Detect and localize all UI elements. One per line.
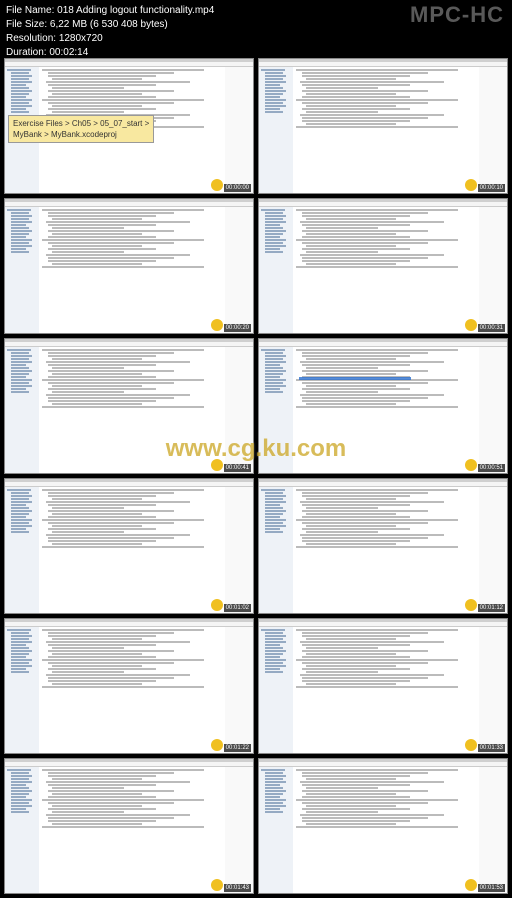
- ide-editor: [293, 627, 479, 753]
- file-size-value: 6,22 MB (6 530 408 bytes): [50, 19, 168, 30]
- file-size-label: File Size:: [6, 19, 47, 30]
- thumbnail[interactable]: 00:01:12: [258, 478, 508, 614]
- timestamp-badge: 00:01:02: [224, 604, 251, 612]
- thumbnail[interactable]: 00:01:02: [4, 478, 254, 614]
- lynda-logo-icon: [211, 179, 223, 191]
- ide-editor: [293, 487, 479, 613]
- ide-right-panel: [225, 207, 253, 333]
- ide-editor: [293, 67, 479, 193]
- file-name-label: File Name:: [6, 5, 54, 16]
- file-name-value: 018 Adding logout functionality.mp4: [57, 5, 214, 16]
- ide-sidebar: [259, 67, 293, 193]
- ide-sidebar: [259, 487, 293, 613]
- lynda-logo-icon: [465, 739, 477, 751]
- duration-value: 00:02:14: [49, 47, 88, 58]
- ide-right-panel: [479, 627, 507, 753]
- ide-sidebar: [5, 487, 39, 613]
- ide-right-panel: [479, 207, 507, 333]
- lynda-logo-icon: [465, 179, 477, 191]
- timestamp-badge: 00:00:31: [478, 324, 505, 332]
- resolution-label: Resolution:: [6, 33, 56, 44]
- ide-sidebar: [5, 627, 39, 753]
- ide-right-panel: [225, 67, 253, 193]
- lynda-logo-icon: [211, 599, 223, 611]
- timestamp-badge: 00:01:33: [478, 744, 505, 752]
- tooltip-line-2: MyBank > MyBank.xcodeproj: [13, 129, 149, 140]
- ide-right-panel: [225, 627, 253, 753]
- ide-right-panel: [479, 767, 507, 893]
- thumbnail[interactable]: 00:00:10: [258, 58, 508, 194]
- timestamp-badge: 00:01:12: [478, 604, 505, 612]
- ide-right-panel: [479, 67, 507, 193]
- path-tooltip: Exercise Files > Ch05 > 05_07_start > My…: [8, 115, 154, 143]
- tooltip-line-1: Exercise Files > Ch05 > 05_07_start >: [13, 118, 149, 129]
- timestamp-badge: 00:01:43: [224, 884, 251, 892]
- ide-right-panel: [225, 767, 253, 893]
- ide-right-panel: [225, 487, 253, 613]
- lynda-logo-icon: [211, 879, 223, 891]
- timestamp-badge: 00:00:00: [224, 184, 251, 192]
- ide-editor: [39, 627, 225, 753]
- lynda-logo-icon: [211, 319, 223, 331]
- lynda-logo-icon: [465, 599, 477, 611]
- ide-editor: [293, 207, 479, 333]
- lynda-logo-icon: [211, 739, 223, 751]
- thumbnail[interactable]: 00:00:20: [4, 198, 254, 334]
- lynda-logo-icon: [465, 879, 477, 891]
- ide-right-panel: [479, 347, 507, 473]
- file-info-header: File Name: 018 Adding logout functionali…: [0, 0, 512, 64]
- ide-right-panel: [479, 487, 507, 613]
- lynda-logo-icon: [465, 319, 477, 331]
- ide-editor: [39, 487, 225, 613]
- thumbnail[interactable]: 00:01:53: [258, 758, 508, 894]
- ide-editor: [39, 207, 225, 333]
- ide-sidebar: [5, 767, 39, 893]
- timestamp-badge: 00:01:22: [224, 744, 251, 752]
- ide-editor: [39, 767, 225, 893]
- timestamp-badge: 00:00:10: [478, 184, 505, 192]
- ide-sidebar: [5, 347, 39, 473]
- thumbnail-grid: 00:00:00 00:00:10 00:00:20 00:00:31 00:00:41…: [4, 58, 508, 894]
- timestamp-badge: 00:01:53: [478, 884, 505, 892]
- ide-sidebar: [259, 627, 293, 753]
- ide-editor: [293, 767, 479, 893]
- lynda-logo-icon: [465, 459, 477, 471]
- thumbnail[interactable]: 00:00:31: [258, 198, 508, 334]
- timestamp-badge: 00:00:20: [224, 324, 251, 332]
- ide-sidebar: [5, 207, 39, 333]
- thumbnail[interactable]: 00:01:33: [258, 618, 508, 754]
- timestamp-badge: 00:00:41: [224, 464, 251, 472]
- timestamp-badge: 00:00:51: [478, 464, 505, 472]
- ide-sidebar: [259, 207, 293, 333]
- resolution-value: 1280x720: [59, 33, 103, 44]
- ide-sidebar: [259, 767, 293, 893]
- thumbnail[interactable]: 00:01:22: [4, 618, 254, 754]
- watermark-text: www.cg.ku.com: [166, 435, 346, 463]
- duration-label: Duration:: [6, 47, 47, 58]
- thumbnail[interactable]: 00:01:43: [4, 758, 254, 894]
